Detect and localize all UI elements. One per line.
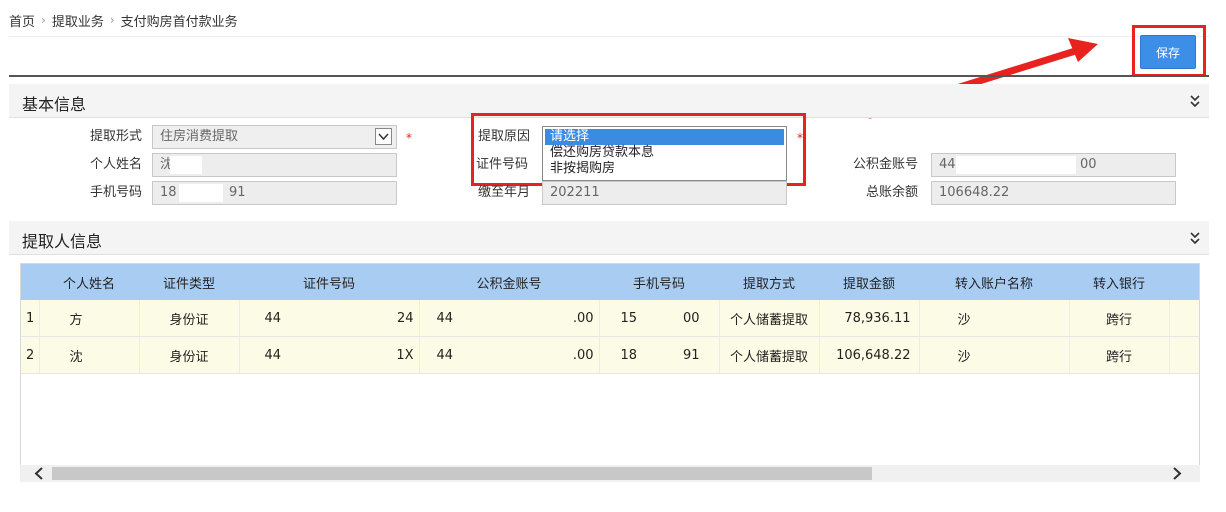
fund-account-end: .00 [572,347,594,363]
row-number: 2 [21,336,40,374]
row-number: 1 [21,300,40,337]
column-header-account-name[interactable]: 转入账户名称 [919,264,1069,300]
withdrawer-info-title: 提取人信息 [22,232,103,251]
withdrawal-form-select[interactable]: 住房消费提取 [152,125,397,149]
table-row[interactable]: 2 沈 身份证 44 1X 44.00 18 91 个人储蓄提取 106,648.2… [21,336,1199,374]
withdrawer-info-header[interactable]: 提取人信息 [9,221,1209,255]
cell-method: 个人储蓄提取 [719,336,820,374]
breadcrumb-current: 支付购房首付款业务 [120,14,238,30]
breadcrumb: 首页 › 提取业务 › 支付购房首付款业务 [9,10,238,30]
total-balance-field[interactable]: 106648.22 [931,181,1176,205]
id-number-label: 证件号码 [475,157,528,172]
withdrawal-form-label: 提取形式 [89,129,142,144]
cell-name: 方 [39,300,140,337]
mobile-end: 91 [682,347,700,363]
redaction-mask [956,156,1076,174]
column-header-id-number[interactable]: 证件号码 [239,264,419,300]
cell-fund-account: 44.00 [419,300,600,337]
column-header-id-type[interactable]: 证件类型 [139,264,239,300]
mobile-field[interactable]: 18 91 [152,181,397,205]
column-header-fund-account[interactable]: 公积金账号 [419,264,599,300]
table-row[interactable]: 1 方 身份证 44 24 44.00 15 00 个人储蓄提取 78,936.11… [21,300,1199,337]
fund-account-start: 44 [939,157,956,172]
mobile-end: 00 [682,310,700,326]
mobile-end: 91 [229,185,246,200]
cell-filler [1169,336,1199,374]
person-name-label: 个人姓名 [89,157,142,172]
toolbar-divider [9,75,1209,77]
cell-bank: 跨行 [1069,300,1170,337]
cell-account-name: 沙 [919,300,1070,337]
fund-account-end: .00 [572,310,594,326]
paid-until-label: 缴至年月 [477,185,530,200]
id-number-start: 44 [264,347,282,363]
mobile-start: 15 [620,310,638,326]
mobile-label: 手机号码 [89,185,142,200]
column-header-method[interactable]: 提取方式 [719,264,819,300]
person-name-field[interactable]: 沈 [152,153,397,177]
column-header-bank[interactable]: 转入银行 [1069,264,1169,300]
id-number-start: 44 [264,310,282,326]
column-header-row-number [21,264,39,300]
cell-fund-account: 44.00 [419,336,600,374]
id-number-end: 1X [396,347,414,363]
cell-id-number: 44 24 [239,300,420,337]
cell-method: 个人储蓄提取 [719,300,820,337]
mobile-start: 18 [620,347,638,363]
column-header-filler [1169,264,1199,300]
cell-id-number: 44 1X [239,336,420,374]
cell-id-type: 身份证 [139,336,240,374]
withdrawer-table: 个人姓名 证件类型 证件号码 公积金账号 手机号码 提取方式 提取金额 转入账户… [20,263,1200,466]
chevron-left-icon[interactable] [34,465,44,485]
redaction-mask [170,156,202,174]
fund-account-field[interactable]: 44 00 [931,153,1176,177]
fund-account-end: 00 [1080,157,1097,172]
cell-bank: 跨行 [1069,336,1170,374]
paid-until-field[interactable]: 202211 [542,181,787,205]
column-header-mobile[interactable]: 手机号码 [599,264,719,300]
column-header-amount[interactable]: 提取金额 [819,264,919,300]
withdrawer-data-grid: 个人姓名 证件类型 证件号码 公积金账号 手机号码 提取方式 提取金额 转入账户… [21,264,1199,374]
cell-name: 沈 [39,336,140,374]
chevron-right-icon[interactable] [1172,465,1182,485]
double-chevron-down-icon[interactable] [1189,94,1201,108]
cell-mobile: 15 00 [599,300,720,337]
basic-info-title: 基本信息 [22,95,87,114]
cell-account-name: 沙 [919,336,1070,374]
withdrawal-form-value: 住房消费提取 [160,129,239,144]
cell-mobile: 18 91 [599,336,720,374]
fund-account-start: 44 [436,347,454,363]
fund-account-label: 公积金账号 [852,157,918,172]
breadcrumb-separator: › [41,13,46,27]
chevron-down-icon[interactable] [375,128,392,145]
fund-account-start: 44 [436,310,454,326]
id-number-end: 24 [396,310,414,326]
column-header-name[interactable]: 个人姓名 [39,264,139,300]
mobile-start: 18 [160,185,177,200]
redaction-mask [179,184,223,202]
required-mark: * [406,131,412,145]
breadcrumb-home[interactable]: 首页 [9,11,35,30]
breadcrumb-withdrawal[interactable]: 提取业务 [52,11,104,30]
cell-amount: 106,648.22 [819,336,920,374]
breadcrumb-separator: › [109,13,115,27]
total-balance-label: 总账余额 [865,185,918,200]
cell-filler [1169,300,1199,337]
double-chevron-down-icon[interactable] [1189,231,1201,245]
save-button-highlight [1132,25,1206,77]
table-header-row: 个人姓名 证件类型 证件号码 公积金账号 手机号码 提取方式 提取金额 转入账户… [21,264,1199,300]
cell-amount: 78,936.11 [819,300,920,337]
scrollbar-thumb[interactable] [52,467,872,480]
cell-id-type: 身份证 [139,300,240,337]
